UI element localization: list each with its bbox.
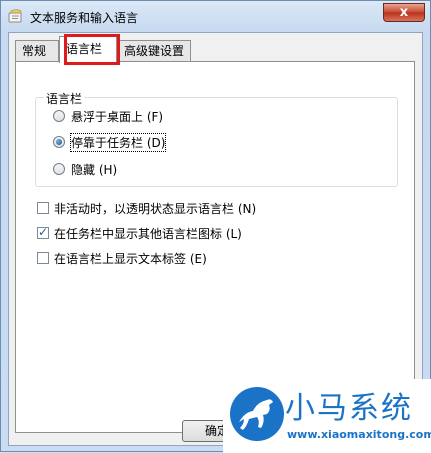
title-bar[interactable]: 文本服务和输入语言 x (1, 1, 430, 33)
dialog-window: 文本服务和输入语言 x 常规 语言栏 高级键设置 语言栏 悬浮于桌面上 (F) … (0, 0, 431, 453)
checkmark-icon: ✓ (38, 225, 49, 239)
radio-float-desktop[interactable] (53, 110, 65, 122)
radio-hidden[interactable] (53, 163, 65, 175)
close-button[interactable]: x (383, 3, 425, 22)
group-title: 语言栏 (44, 90, 85, 107)
checkbox-text-labels-label[interactable]: 在语言栏上显示文本标签 (E) (54, 250, 207, 267)
radio-hidden-label[interactable]: 隐藏 (H) (71, 161, 117, 178)
radio-dock-taskbar[interactable] (53, 136, 65, 148)
radio-dock-taskbar-label[interactable]: 停靠于任务栏 (D) (69, 133, 167, 152)
input-language-icon (8, 9, 22, 23)
checkbox-text-labels[interactable] (37, 252, 49, 264)
tab-panel-language-bar: 语言栏 悬浮于桌面上 (F) 停靠于任务栏 (D) 隐藏 (H) 非活动时，以透… (15, 61, 415, 433)
language-bar-group: 语言栏 悬浮于桌面上 (F) 停靠于任务栏 (D) 隐藏 (H) (35, 90, 398, 187)
radio-selected-dot (56, 139, 62, 145)
tab-highlight-box (64, 34, 120, 65)
window-title: 文本服务和输入语言 (30, 11, 139, 25)
tab-general-label: 常规 (22, 44, 47, 58)
checkbox-show-other-icons-label[interactable]: 在任务栏中显示其他语言栏图标 (L) (54, 225, 242, 242)
tab-advanced-key-settings[interactable]: 高级键设置 (117, 40, 191, 62)
watermark: 小马系统 www.xiaomaxitong.com (223, 379, 431, 453)
close-icon: x (399, 5, 409, 20)
watermark-url: www.xiaomaxitong.com (287, 428, 431, 441)
tab-general[interactable]: 常规 (15, 40, 59, 62)
checkbox-show-other-icons[interactable]: ✓ (37, 225, 49, 239)
tab-advanced-key-settings-label: 高级键设置 (124, 44, 185, 58)
horse-icon (230, 387, 284, 441)
checkbox-transparent-inactive-label[interactable]: 非活动时，以透明状态显示语言栏 (N) (54, 200, 256, 217)
radio-float-desktop-label[interactable]: 悬浮于桌面上 (F) (71, 108, 163, 125)
checkbox-transparent-inactive[interactable] (37, 202, 49, 214)
watermark-brand: 小马系统 (285, 391, 413, 426)
